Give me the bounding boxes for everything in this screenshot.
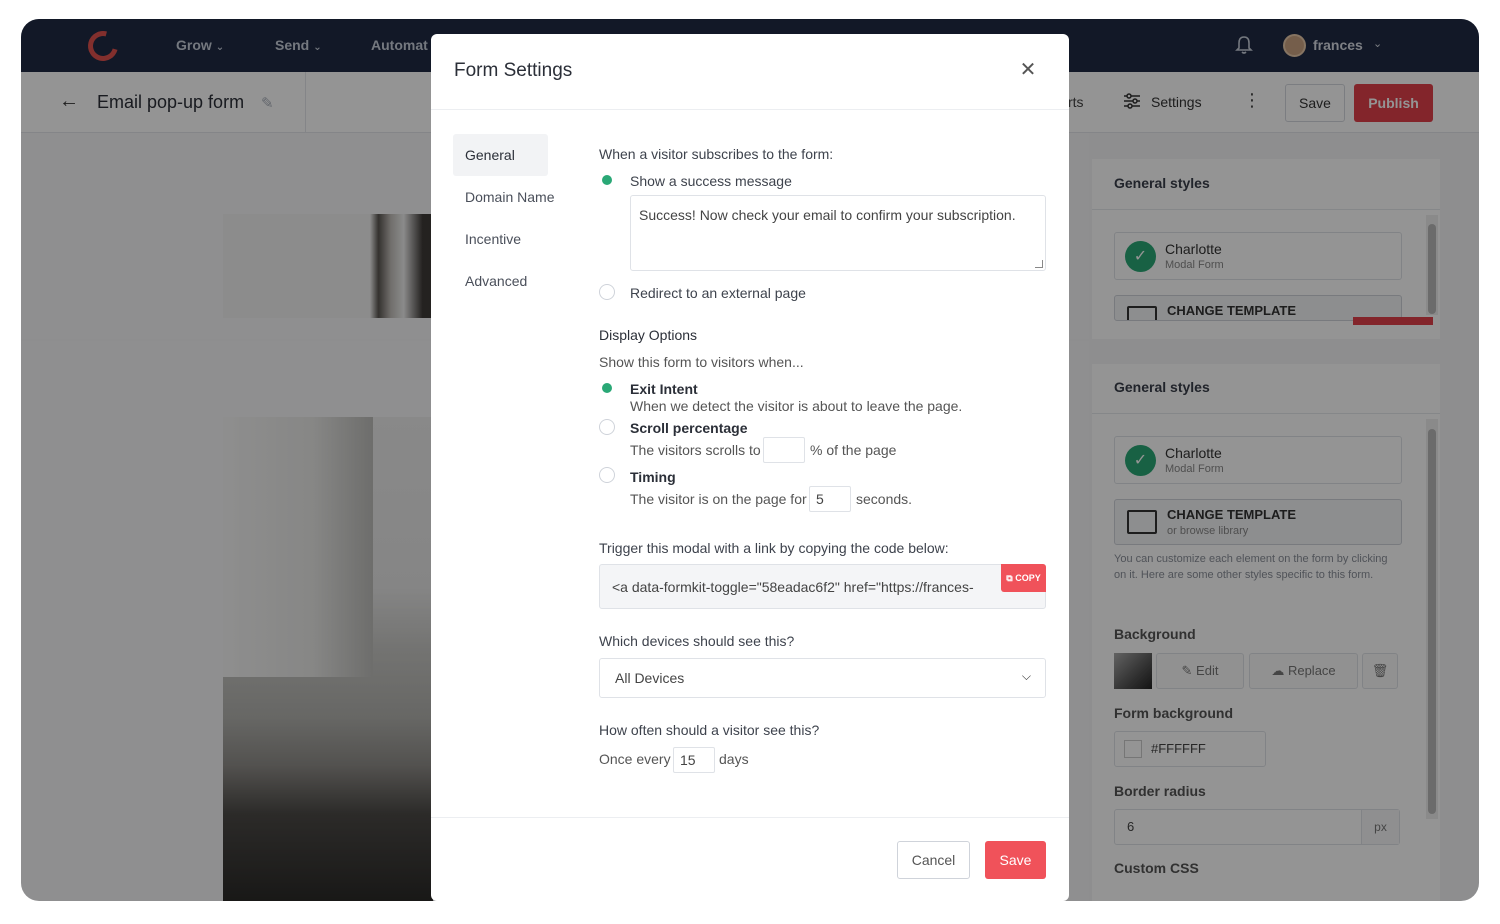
timing-seconds-input[interactable]: 5: [809, 486, 851, 512]
display-options-heading: Display Options: [599, 327, 698, 343]
option-success-label[interactable]: Show a success message: [630, 173, 792, 189]
form-settings-modal: Form Settings ✕ General Domain Name Ince…: [431, 34, 1069, 901]
option-redirect-label[interactable]: Redirect to an external page: [630, 285, 806, 301]
copy-icon: ⧉: [1006, 573, 1016, 583]
success-message-text: Success! Now check your email to confirm…: [639, 207, 1016, 223]
scroll-percentage-input[interactable]: [763, 437, 805, 463]
radio-redirect[interactable]: [599, 284, 615, 300]
timing-title[interactable]: Timing: [630, 469, 676, 485]
modal-footer: Cancel Save: [431, 817, 1069, 901]
close-icon[interactable]: ✕: [1017, 59, 1039, 81]
frequency-prefix: Once every: [599, 751, 671, 767]
radio-timing[interactable]: [599, 467, 615, 483]
resize-handle[interactable]: [1035, 260, 1043, 268]
subscribe-heading: When a visitor subscribes to the form:: [599, 146, 834, 162]
tab-incentive[interactable]: Incentive: [453, 218, 548, 260]
settings-tabs: General Domain Name Incentive Advanced: [453, 134, 573, 302]
trigger-code: <a data-formkit-toggle="58eadac6f2" href…: [612, 579, 974, 595]
frequency-heading: How often should a visitor see this?: [599, 722, 820, 738]
frequency-days-input[interactable]: 15: [673, 747, 715, 773]
success-message-textarea[interactable]: Success! Now check your email to confirm…: [630, 195, 1046, 271]
devices-value: All Devices: [615, 670, 685, 686]
radio-exit-intent[interactable]: [599, 380, 615, 396]
timing-prefix: The visitor is on the page for: [630, 491, 807, 507]
tab-general[interactable]: General: [453, 134, 548, 176]
exit-intent-title[interactable]: Exit Intent: [630, 381, 698, 397]
devices-select[interactable]: All Devices ⌵: [599, 658, 1046, 698]
frequency-suffix: days: [719, 751, 749, 767]
scroll-prefix: The visitors scrolls to: [630, 442, 761, 458]
timing-suffix: seconds.: [856, 491, 913, 507]
radio-success-message[interactable]: [599, 172, 615, 188]
trigger-code-field[interactable]: <a data-formkit-toggle="58eadac6f2" href…: [599, 564, 1046, 609]
save-button[interactable]: Save: [985, 841, 1046, 879]
cancel-button[interactable]: Cancel: [897, 841, 970, 879]
exit-intent-desc: When we detect the visitor is about to l…: [630, 398, 963, 414]
devices-heading: Which devices should see this?: [599, 633, 795, 649]
tab-domain-name[interactable]: Domain Name: [453, 176, 554, 218]
display-options-sub: Show this form to visitors when...: [599, 354, 804, 370]
tab-advanced[interactable]: Advanced: [453, 260, 548, 302]
scroll-percentage-title[interactable]: Scroll percentage: [630, 420, 748, 436]
modal-title: Form Settings: [454, 60, 573, 81]
radio-scroll-percentage[interactable]: [599, 419, 615, 435]
copy-button[interactable]: ⧉ COPY: [1001, 564, 1046, 592]
trigger-heading: Trigger this modal with a link by copyin…: [599, 540, 949, 556]
modal-header: Form Settings ✕: [431, 34, 1069, 110]
chevron-down-icon: ⌵: [1021, 669, 1031, 683]
scroll-suffix: % of the page: [810, 442, 897, 458]
